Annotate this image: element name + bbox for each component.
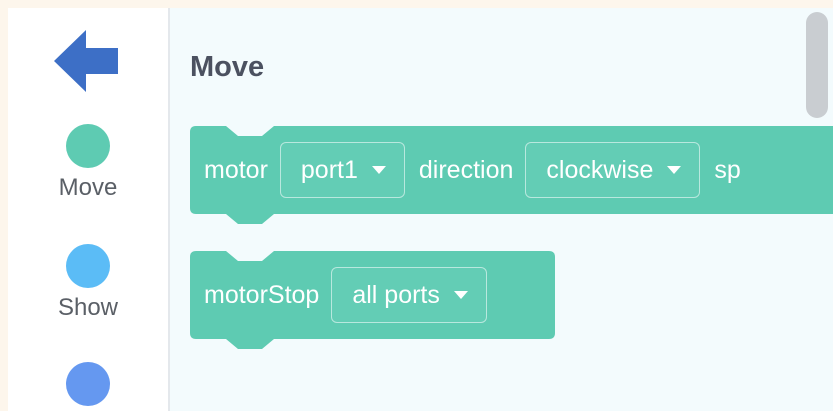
category-move-label: Move <box>58 174 118 201</box>
motor-block-keyword: motor <box>204 155 268 184</box>
category-show-label: Show <box>57 294 119 321</box>
app-frame: Move Show Move motor port1 direction clo… <box>8 8 833 411</box>
chevron-down-icon <box>371 166 386 174</box>
motor-speed-label: sp <box>714 155 741 184</box>
category-third[interactable] <box>8 362 168 406</box>
back-arrow-icon <box>54 30 118 92</box>
motorstop-block-keyword: motorStop <box>204 280 320 309</box>
motor-port-dropdown[interactable]: port1 <box>279 142 405 198</box>
chevron-down-icon <box>667 166 682 174</box>
category-sidebar: Move Show <box>8 8 170 411</box>
back-arrow-button[interactable] <box>52 26 122 96</box>
motor-port-value: port1 <box>300 155 358 184</box>
category-show-dot <box>66 244 110 288</box>
category-move[interactable]: Move <box>8 124 168 202</box>
vertical-scrollbar[interactable] <box>806 12 828 118</box>
blocks-workspace[interactable]: Move motor port1 direction clockwise sp <box>170 8 833 411</box>
section-title: Move <box>190 51 265 83</box>
motorstop-block[interactable]: motorStop all ports <box>190 251 555 355</box>
motor-block[interactable]: motor port1 direction clockwise sp <box>190 126 833 230</box>
category-third-dot <box>66 362 110 406</box>
category-move-dot <box>66 124 110 168</box>
motorstop-port-value: all ports <box>352 280 440 309</box>
motorstop-port-dropdown[interactable]: all ports <box>331 267 487 323</box>
motor-direction-label: direction <box>418 155 514 184</box>
motor-direction-dropdown[interactable]: clockwise <box>525 142 701 198</box>
motor-direction-value: clockwise <box>546 155 654 184</box>
category-show[interactable]: Show <box>8 244 168 322</box>
chevron-down-icon <box>453 291 468 299</box>
